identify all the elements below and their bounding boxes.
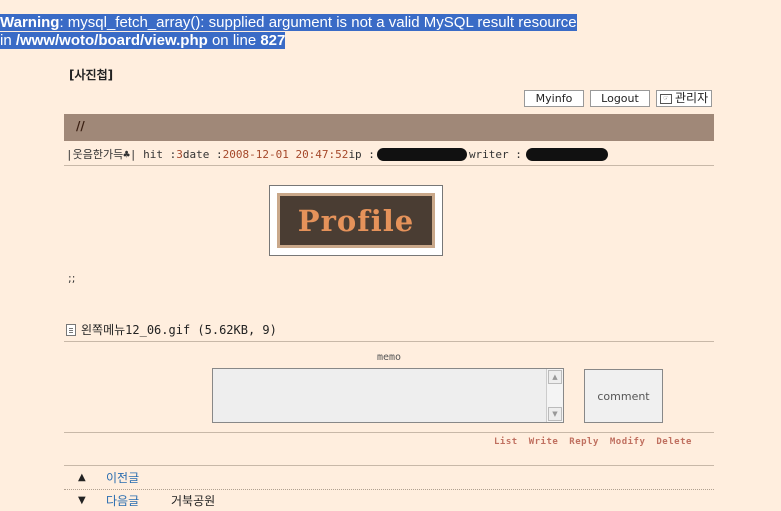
up-arrow-icon: ▲ xyxy=(78,472,86,483)
memo-label: memo xyxy=(377,352,402,363)
admin-icon: ☞ xyxy=(660,93,672,104)
memo-scrollbar[interactable]: ▲ ▼ xyxy=(546,369,563,422)
reply-link[interactable]: Reply xyxy=(569,437,599,447)
delete-link[interactable]: Delete xyxy=(656,437,692,447)
image-text: Profile xyxy=(297,203,415,238)
board-title: [사진첩] xyxy=(69,68,114,82)
post-meta: | 웃음한가득 ♣ | hit : 3 date : 2008-12-01 20… xyxy=(66,146,610,162)
divider xyxy=(64,465,714,466)
action-links: List Write Reply Modify Delete xyxy=(494,437,703,447)
scroll-up-icon[interactable]: ▲ xyxy=(548,370,562,384)
divider xyxy=(64,165,714,166)
divider xyxy=(64,341,714,342)
logout-button[interactable]: Logout xyxy=(590,90,650,107)
attachment[interactable]: 왼쪽메뉴12_06.gif (5.62KB, 9) xyxy=(66,321,277,338)
author-prefix: | xyxy=(66,147,73,161)
nav-next[interactable]: ▼ 다음글 거북공원 xyxy=(78,492,215,509)
hit-count: 3 xyxy=(176,147,183,161)
post-author[interactable]: 웃음한가득 xyxy=(73,146,124,162)
writer-label: writer : xyxy=(468,147,522,161)
next-label[interactable]: 다음글 xyxy=(106,492,171,509)
warning-message: : mysql_fetch_array(): supplied argument… xyxy=(59,14,577,31)
post-date: 2008-12-01 20:47:52 xyxy=(222,147,349,161)
club-icon: ♣ xyxy=(123,147,130,161)
post-image: Profile xyxy=(277,193,435,248)
warning-on-line: on line xyxy=(207,32,261,49)
write-link[interactable]: Write xyxy=(529,437,559,447)
memo-textarea[interactable] xyxy=(213,369,546,422)
warning-in: in xyxy=(0,32,16,49)
divider xyxy=(64,489,714,490)
next-title[interactable]: 거북공원 xyxy=(171,492,215,509)
warning-label: Warning xyxy=(0,14,60,31)
admin-button[interactable]: ☞ 관리자 xyxy=(656,90,713,107)
post-subject: // xyxy=(76,119,85,133)
warning-line: 827 xyxy=(260,32,286,49)
prev-label[interactable]: 이전글 xyxy=(106,469,171,486)
memo-box[interactable]: ▲ ▼ xyxy=(212,368,564,423)
writer-redaction xyxy=(525,147,608,161)
modify-link[interactable]: Modify xyxy=(610,437,646,447)
file-icon xyxy=(66,323,76,336)
post-image-frame: Profile xyxy=(269,185,443,256)
myinfo-button[interactable]: Myinfo xyxy=(524,90,584,107)
comment-button[interactable]: comment xyxy=(584,369,663,423)
subject-bar: // xyxy=(64,114,714,141)
scroll-down-icon[interactable]: ▼ xyxy=(548,407,562,421)
admin-label: 관리자 xyxy=(675,91,709,105)
attachment-name[interactable]: 왼쪽메뉴12_06.gif (5.62KB, 9) xyxy=(81,321,277,338)
divider xyxy=(64,432,714,433)
post-body: ;; xyxy=(68,272,76,285)
hit-label: | hit : xyxy=(129,147,177,161)
warning-path: /www/woto/board/view.php xyxy=(15,32,208,49)
ip-redaction xyxy=(376,147,467,161)
down-arrow-icon: ▼ xyxy=(78,495,86,506)
php-warning: Warning: mysql_fetch_array(): supplied a… xyxy=(0,14,577,50)
nav-prev[interactable]: ▲ 이전글 xyxy=(78,469,171,486)
date-label: date : xyxy=(182,147,223,161)
ip-label: ip : xyxy=(348,147,375,161)
list-link[interactable]: List xyxy=(494,437,518,447)
